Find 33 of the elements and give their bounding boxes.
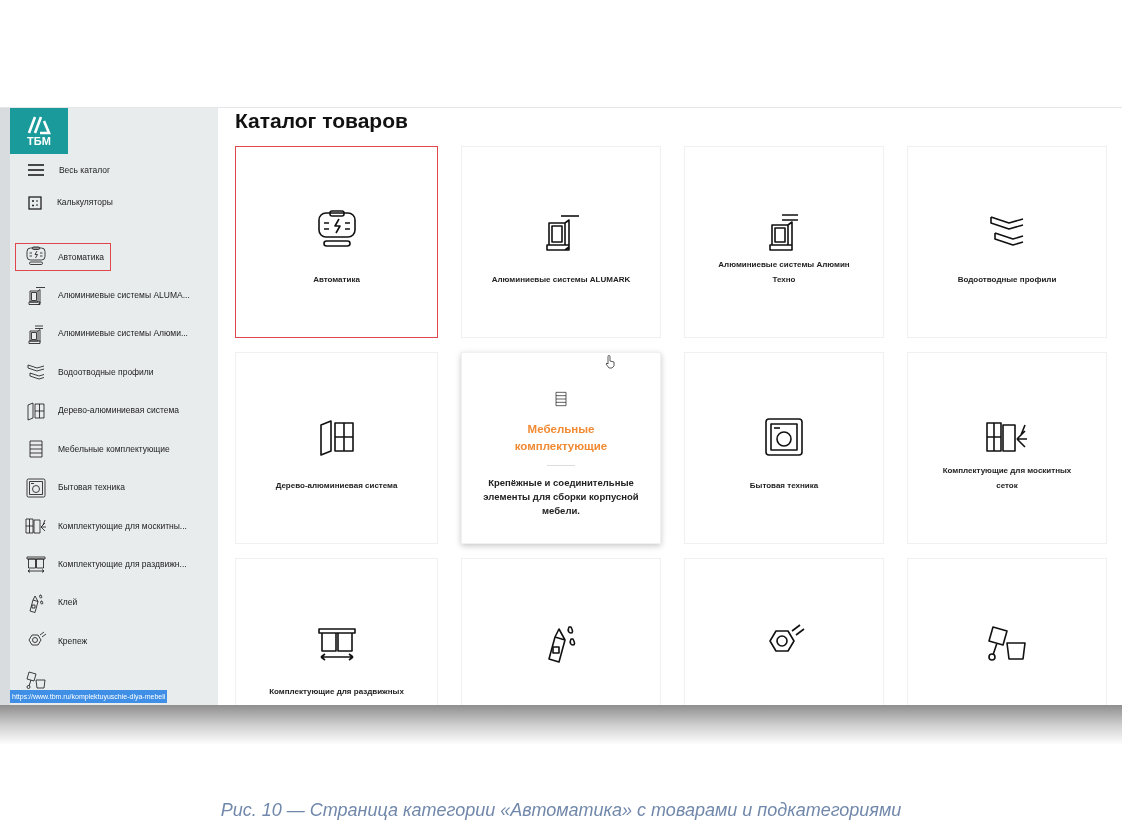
category-card[interactable]: Водоотводные профили <box>907 146 1107 338</box>
category-card[interactable] <box>461 558 661 705</box>
category-card[interactable]: Алюминиевые системы Алюмин Техно <box>684 146 884 338</box>
figure-caption: Рис. 10 — Страница категории «Автоматика» с товарами и подкатегориями <box>220 799 902 822</box>
menu-icon <box>27 164 44 177</box>
category-card[interactable]: Бытовая техника <box>684 352 884 544</box>
hand-cursor-icon <box>604 355 616 369</box>
category-card[interactable]: Мебельные комплектующие Крепёжные и соединительные элементы для сборки корпусной мебели. <box>461 352 661 544</box>
sidebar-category[interactable]: Водоотводные профили <box>9 359 160 386</box>
category-card[interactable]: Комплектующие для москитных сеток <box>907 352 1107 544</box>
washing-machine-icon <box>23 475 48 500</box>
calculator-icon <box>27 195 42 210</box>
sidebar-category[interactable]: Алюминиевые системы ALUMA... <box>9 282 196 309</box>
sidebar-category[interactable]: Крепеж <box>9 628 94 655</box>
category-card[interactable] <box>907 558 1107 705</box>
logo-text: ТБМ <box>27 135 51 147</box>
sidebar-category[interactable]: Автоматика <box>15 243 111 271</box>
sidebar-link[interactable]: Калькуляторы <box>9 186 218 219</box>
category-card[interactable]: Дерево-алюминиевая система <box>235 352 438 544</box>
sidebar-link[interactable]: Весь каталог <box>9 154 218 187</box>
logo-mark-icon <box>25 115 52 135</box>
page-title: Каталог товаров <box>235 108 409 134</box>
sidebar-category[interactable]: Комплектующие для раздвижн... <box>9 551 193 578</box>
sidebar-category[interactable]: Клей <box>9 589 84 617</box>
category-card[interactable]: Алюминиевые системы ALUMARK <box>461 146 661 338</box>
category-card[interactable]: Комплектующие для раздвижных <box>235 558 438 705</box>
sidebar-category[interactable]: Бытовая техника <box>9 474 131 501</box>
category-card[interactable]: Автоматика <box>235 146 438 338</box>
category-card[interactable] <box>684 558 884 705</box>
sidebar-category[interactable]: Комплектующие для москитны... <box>9 512 193 540</box>
sidebar-category[interactable]: Мебельные комплектующие <box>9 435 176 463</box>
sidebar-category[interactable]: Алюминиевые системы Алюми... <box>9 320 194 347</box>
sidebar-category[interactable]: Дерево-алюминиевая система <box>9 397 185 424</box>
